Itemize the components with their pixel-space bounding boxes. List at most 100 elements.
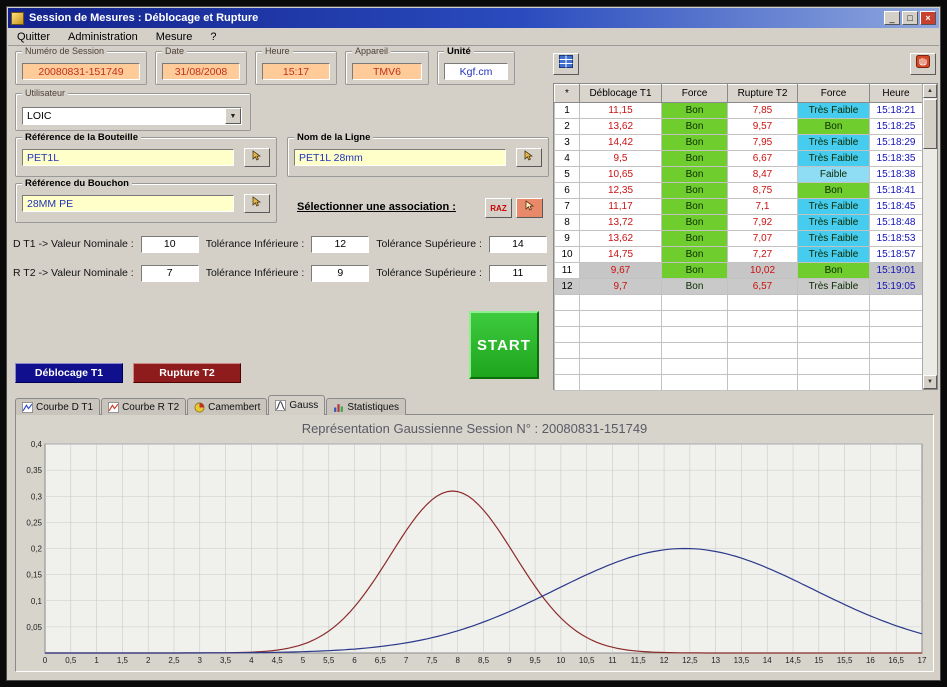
table-cell[interactable] — [727, 310, 798, 327]
table-cell[interactable]: 6 — [554, 182, 580, 199]
table-cell[interactable]: Bon — [797, 118, 870, 135]
table-cell[interactable]: 2 — [554, 118, 580, 135]
ref-bouchon-select-button[interactable] — [244, 194, 270, 213]
table-cell[interactable] — [661, 326, 728, 343]
menu-item-quitter[interactable]: Quitter — [8, 29, 59, 45]
table-cell[interactable]: 9,5 — [579, 150, 662, 167]
table-cell[interactable] — [797, 342, 870, 359]
table-row[interactable]: 3 14,42 Bon 7,95 Très Faible 15:18:29 — [554, 134, 923, 151]
tab-courbe-d-t1[interactable]: Courbe D T1 — [15, 398, 101, 415]
association-select-button[interactable] — [516, 198, 543, 218]
table-cell[interactable] — [869, 374, 923, 391]
table-cell[interactable]: Très Faible — [797, 134, 870, 151]
table-cell[interactable]: Bon — [661, 118, 728, 135]
column-header-heure[interactable]: Heure — [869, 84, 923, 103]
chevron-down-icon[interactable]: ▼ — [225, 108, 241, 124]
table-cell[interactable] — [727, 294, 798, 311]
table-cell[interactable]: 7,92 — [727, 214, 798, 231]
table-cell[interactable]: Bon — [661, 262, 728, 279]
table-row[interactable]: 11 9,67 Bon 10,02 Bon 15:19:01 — [554, 262, 923, 279]
table-cell[interactable]: Faible — [797, 166, 870, 183]
table-cell[interactable]: 11,15 — [579, 102, 662, 119]
heure-field[interactable]: 15:17 — [262, 63, 330, 80]
table-cell[interactable]: 7,85 — [727, 102, 798, 119]
table-cell[interactable]: 15:18:57 — [869, 246, 923, 263]
table-cell[interactable]: 10 — [554, 246, 580, 263]
table-cell[interactable] — [661, 310, 728, 327]
table-row-empty[interactable] — [554, 310, 923, 327]
table-cell[interactable] — [554, 310, 580, 327]
table-cell[interactable]: Bon — [661, 182, 728, 199]
table-row[interactable]: 2 13,62 Bon 9,57 Bon 15:18:25 — [554, 118, 923, 135]
tab-statistiques[interactable]: Statistiques — [326, 398, 407, 415]
table-cell[interactable]: 3 — [554, 134, 580, 151]
table-cell[interactable]: Très Faible — [797, 102, 870, 119]
table-cell[interactable] — [797, 326, 870, 343]
table-cell[interactable]: Très Faible — [797, 198, 870, 215]
menu-item-?[interactable]: ? — [201, 29, 225, 45]
table-cell[interactable] — [554, 326, 580, 343]
table-cell[interactable] — [554, 358, 580, 375]
table-cell[interactable]: Bon — [797, 262, 870, 279]
table-cell[interactable]: 14,75 — [579, 246, 662, 263]
table-row-empty[interactable] — [554, 358, 923, 375]
table-cell[interactable]: 15:18:45 — [869, 198, 923, 215]
table-cell[interactable] — [579, 374, 662, 391]
table-cell[interactable]: 5 — [554, 166, 580, 183]
table-cell[interactable] — [579, 294, 662, 311]
table-cell[interactable]: 9 — [554, 230, 580, 247]
r-t2-nominale-input[interactable]: 7 — [140, 264, 199, 282]
table-cell[interactable]: 7,95 — [727, 134, 798, 151]
ref-bouteille-select-button[interactable] — [244, 148, 270, 167]
table-cell[interactable]: Très Faible — [797, 150, 870, 167]
table-cell[interactable]: Bon — [661, 278, 728, 295]
table-cell[interactable]: 1 — [554, 102, 580, 119]
table-cell[interactable]: Bon — [661, 134, 728, 151]
d-t1-nominale-input[interactable]: 10 — [140, 235, 199, 253]
table-cell[interactable] — [579, 342, 662, 359]
table-cell[interactable]: 15:18:38 — [869, 166, 923, 183]
table-cell[interactable]: 15:18:35 — [869, 150, 923, 167]
table-cell[interactable] — [797, 374, 870, 391]
table-cell[interactable]: 12,35 — [579, 182, 662, 199]
table-cell[interactable] — [554, 374, 580, 391]
table-cell[interactable]: 15:18:48 — [869, 214, 923, 231]
table-cell[interactable] — [727, 374, 798, 391]
menu-item-administration[interactable]: Administration — [59, 29, 147, 45]
table-cell[interactable] — [661, 358, 728, 375]
table-cell[interactable]: Bon — [797, 182, 870, 199]
tab-courbe-r-t2[interactable]: Courbe R T2 — [101, 398, 187, 415]
table-row[interactable]: 5 10,65 Bon 8,47 Faible 15:18:38 — [554, 166, 923, 183]
table-cell[interactable] — [661, 342, 728, 359]
table-cell[interactable] — [579, 358, 662, 375]
table-row-empty[interactable] — [554, 342, 923, 359]
table-row-empty[interactable] — [554, 326, 923, 343]
table-cell[interactable] — [554, 294, 580, 311]
table-cell[interactable]: 10,65 — [579, 166, 662, 183]
deblocage-t1-button[interactable]: Déblocage T1 — [15, 363, 123, 383]
table-cell[interactable] — [579, 326, 662, 343]
table-cell[interactable]: Très Faible — [797, 214, 870, 231]
d-t1-tol-inf-input[interactable]: 12 — [311, 235, 370, 253]
column-header-force[interactable]: Force — [797, 84, 870, 103]
close-button[interactable]: × — [920, 11, 936, 25]
table-cell[interactable]: 6,67 — [727, 150, 798, 167]
table-cell[interactable]: 15:18:53 — [869, 230, 923, 247]
export-table-button[interactable] — [553, 53, 579, 75]
minimize-button[interactable]: _ — [884, 11, 900, 25]
table-cell[interactable]: Bon — [661, 214, 728, 231]
table-cell[interactable] — [661, 374, 728, 391]
table-row[interactable]: 6 12,35 Bon 8,75 Bon 15:18:41 — [554, 182, 923, 199]
table-cell[interactable]: 7 — [554, 198, 580, 215]
table-cell[interactable]: 12 — [554, 278, 580, 295]
table-cell[interactable]: 9,57 — [727, 118, 798, 135]
table-cell[interactable]: Bon — [661, 198, 728, 215]
raz-button[interactable]: RAZ — [485, 198, 512, 218]
scroll-down-icon[interactable]: ▼ — [923, 375, 937, 389]
start-button[interactable]: START — [469, 311, 539, 379]
table-cell[interactable] — [661, 294, 728, 311]
column-header-rupture-t2[interactable]: Rupture T2 — [727, 84, 798, 103]
column-header-d-blocage-t1[interactable]: Déblocage T1 — [579, 84, 662, 103]
appareil-field[interactable]: TMV6 — [352, 63, 422, 80]
table-scrollbar[interactable]: ▲ ▼ — [922, 84, 937, 389]
